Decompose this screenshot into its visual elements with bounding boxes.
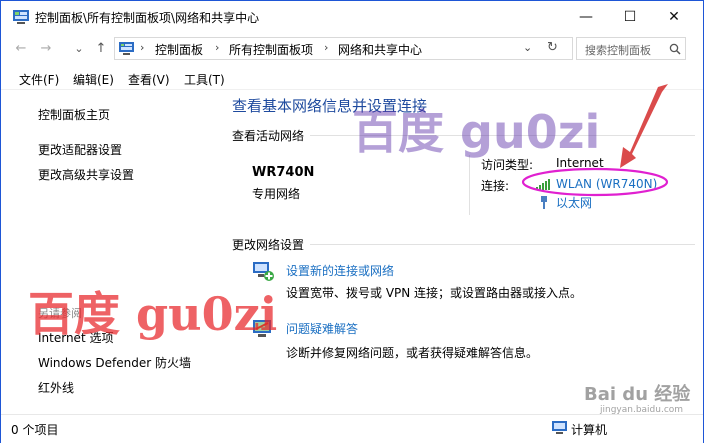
watermark-left: 百度 gu0zi — [28, 287, 278, 341]
highlight-ellipse — [521, 167, 669, 197]
baidu-url-watermark: jingyan.baidu.com — [600, 405, 684, 415]
annotation-overlay — [521, 84, 669, 197]
pointer-arrow-icon — [620, 84, 668, 168]
baidu-logo-watermark: Bai du 经验 — [584, 384, 691, 405]
watermark-top: 百度 gu0zi — [352, 105, 601, 159]
